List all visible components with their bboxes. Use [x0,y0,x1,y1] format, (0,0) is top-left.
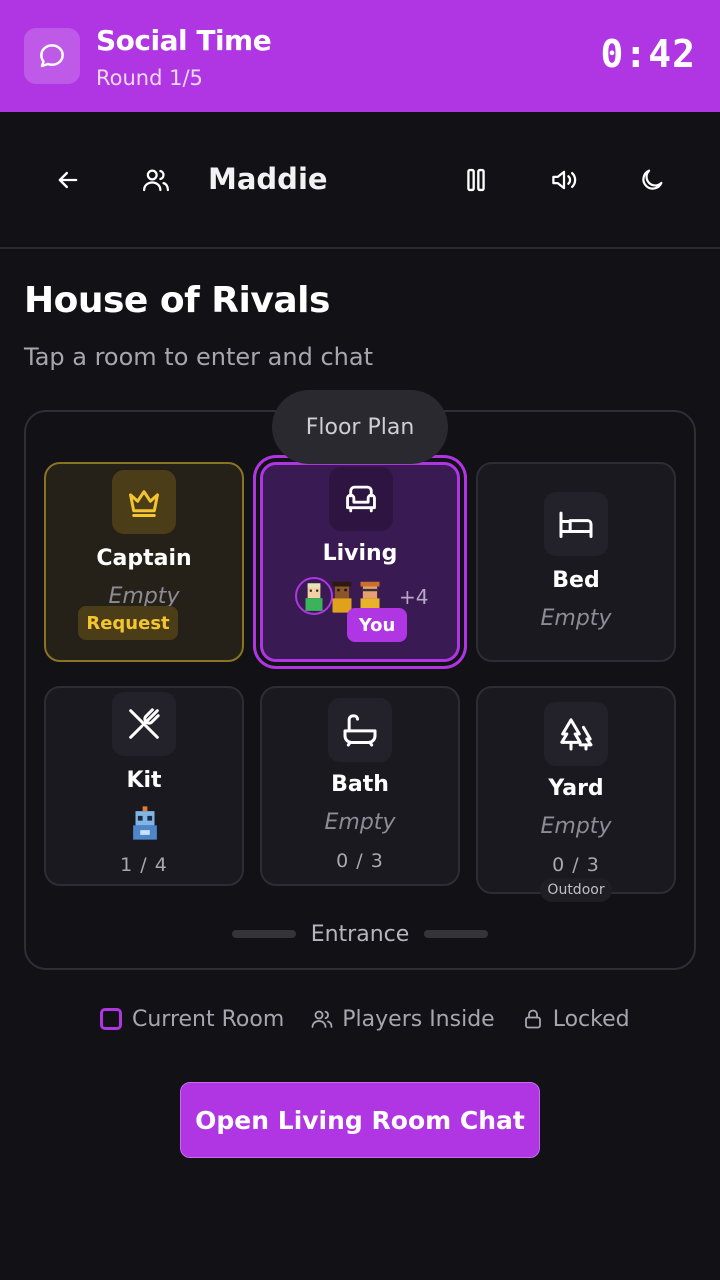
room-name: Living [322,541,398,566]
legend: Current Room Players Inside Locked [100,1002,630,1036]
legend-label: Locked [552,1006,630,1032]
room-occupancy: 1 / 4 [120,854,168,876]
pause-icon [467,168,485,192]
bed-icon [544,492,608,556]
sofa-icon [329,467,393,531]
arrow-left-icon [58,171,78,189]
room-bath[interactable]: Bath Empty 0 / 3 [260,686,460,886]
page-title: House of Rivals [24,280,330,321]
toolbar: Maddie [0,112,720,249]
entrance-bar-right [423,930,488,938]
trees-icon [544,702,608,766]
sound-button[interactable] [542,158,586,202]
legend-label: Current Room [132,1006,285,1032]
users-icon [143,169,169,192]
banner-title: Social Time [96,24,272,57]
pause-button[interactable] [454,158,498,202]
entrance-label: Entrance [310,921,410,947]
room-name: Kit [126,768,162,793]
chat-bubble-icon [24,28,80,84]
legend-players-inside: Players Inside [310,1006,495,1032]
players-button[interactable] [134,158,178,202]
room-kit[interactable]: Kit 1 / 4 [44,686,244,886]
moon-icon [642,169,663,190]
open-room-chat-button[interactable]: Open Living Room Chat [180,1082,540,1158]
room-occupancy: 0 / 3 [552,854,600,876]
crown-icon [112,470,176,534]
floor-plan-label: Floor Plan [272,390,448,464]
theme-button[interactable] [630,158,674,202]
room-name: Bath [331,772,389,797]
room-status: Empty [540,606,612,631]
back-button[interactable] [46,158,90,202]
you-badge: You [347,608,407,642]
room-name: Yard [548,776,604,801]
entrance: Entrance [232,918,488,950]
room-status: Empty [540,814,612,839]
room-name: Captain [96,546,192,571]
page-subtitle: Tap a room to enter and chat [24,343,373,371]
legend-label: Players Inside [342,1006,495,1032]
room-status: Empty [324,810,396,835]
countdown-timer: 0:42 [600,32,696,76]
top-banner: Social Time Round 1/5 0:42 [0,0,720,112]
bathtub-icon [328,698,392,762]
room-bed[interactable]: Bed Empty [476,462,676,662]
volume-icon [552,170,577,190]
current-room-swatch [100,1008,122,1030]
avatar [126,804,164,842]
round-indicator: Round 1/5 [96,66,203,90]
room-living[interactable]: Living +4 You [260,462,460,662]
extra-occupants-count: +4 [399,585,429,609]
room-captain[interactable]: Captain Empty Request [44,462,244,662]
legend-locked: Locked [521,1007,630,1032]
utensils-icon [112,692,176,756]
outdoor-tag: Outdoor [540,878,612,902]
room-occupancy: 0 / 3 [336,850,384,872]
room-yard[interactable]: Yard Empty 0 / 3 Outdoor [476,686,676,902]
legend-current-room: Current Room [100,1007,284,1032]
entrance-bar-left [232,930,296,938]
users-icon [311,1010,333,1028]
room-name: Bed [552,568,600,593]
request-badge[interactable]: Request [78,606,178,640]
lock-icon [524,1009,541,1029]
player-name: Maddie [208,162,328,196]
